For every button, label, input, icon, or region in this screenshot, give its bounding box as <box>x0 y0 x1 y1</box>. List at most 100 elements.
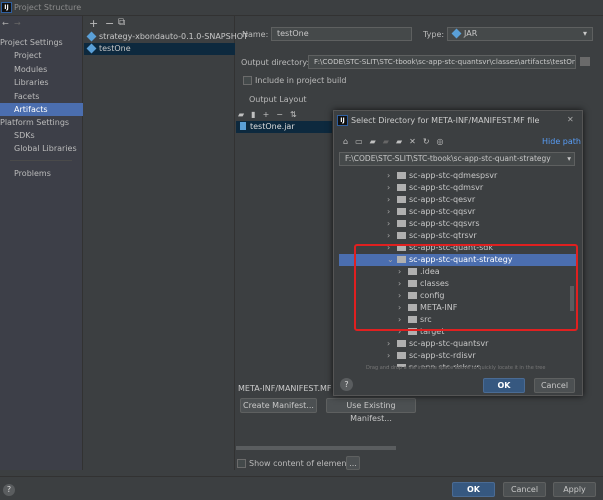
dialog-title: Select Directory for META-INF/MANIFEST.M… <box>351 116 540 125</box>
section-project-settings: Project Settings <box>0 38 63 47</box>
output-layout-label: Output Layout <box>249 95 307 104</box>
more-button[interactable]: ... <box>346 456 360 470</box>
window-title: Project Structure <box>14 3 82 12</box>
artifact-item[interactable]: strategy-xbondauto-0.1.0-SNAPSHOT <box>84 31 248 43</box>
chevron-right-icon[interactable]: › <box>387 338 397 350</box>
back-button[interactable]: ← <box>2 19 9 28</box>
layout-item-jar[interactable]: testOne.jar <box>236 121 332 133</box>
folder-icon <box>397 196 406 203</box>
tree-node[interactable]: › sc-app-stc-qesvr <box>339 194 578 206</box>
folder-icon <box>397 220 406 227</box>
tree-node[interactable]: › sc-app-stc-qdmsvr <box>339 182 578 194</box>
refresh-icon[interactable]: ↻ <box>423 137 430 146</box>
tree-node[interactable]: › sc-app-stc-qdmespsvr <box>339 170 578 182</box>
folder-icon <box>397 340 406 347</box>
show-hidden-icon[interactable]: ◎ <box>437 137 444 146</box>
new-folder-icon[interactable]: ▰ <box>238 110 244 119</box>
sidebar-item-facets[interactable]: Facets <box>0 90 83 103</box>
sidebar-item-artifacts[interactable]: Artifacts <box>0 103 83 116</box>
dialog-ok-button[interactable]: OK <box>483 378 525 393</box>
include-in-build-label: Include in project build <box>255 76 347 85</box>
include-in-build-checkbox[interactable] <box>243 76 252 85</box>
delete-icon[interactable]: ✕ <box>409 137 416 146</box>
folder-icon <box>397 184 406 191</box>
archive-icon[interactable]: ▮ <box>251 110 255 119</box>
jar-icon <box>451 28 462 39</box>
chevron-right-icon[interactable]: › <box>387 350 397 362</box>
add-icon[interactable]: + <box>263 110 270 119</box>
new-folder-icon[interactable]: ▰ <box>396 137 402 146</box>
tree-node[interactable]: › sc-app-stc-qtrsvr <box>339 230 578 242</box>
project-icon[interactable]: ▰ <box>370 137 376 146</box>
artifact-icon <box>86 31 97 42</box>
sidebar-item-project[interactable]: Project <box>0 49 83 62</box>
app-logo: IJ <box>1 2 12 13</box>
chevron-right-icon[interactable]: › <box>387 230 397 242</box>
tree-node[interactable]: › sc-app-stc-rdisvr <box>339 350 578 362</box>
artifact-icon <box>86 43 97 54</box>
cancel-button[interactable]: Cancel <box>503 482 546 497</box>
create-manifest-button[interactable]: Create Manifest... <box>240 398 317 413</box>
copy-artifact-button[interactable]: ⧉ <box>118 17 125 28</box>
dialog-toolbar: ⌂ ▭ ▰ ▰ ▰ ✕ ↻ ◎ <box>343 137 451 146</box>
sidebar-item-global-libraries[interactable]: Global Libraries <box>0 142 83 155</box>
hide-path-link[interactable]: Hide path <box>542 137 581 146</box>
manifest-label: META-INF/MANIFEST.MF f <box>238 384 337 393</box>
title-bar: IJ Project Structure <box>0 0 603 16</box>
use-existing-manifest-button[interactable]: Use Existing Manifest... <box>326 398 416 423</box>
chevron-right-icon[interactable]: › <box>387 170 397 182</box>
module-icon[interactable]: ▰ <box>383 137 389 146</box>
sidebar-item-sdks[interactable]: SDKs <box>0 129 83 142</box>
tree-node[interactable]: › sc-app-stc-qqsvr <box>339 206 578 218</box>
remove-artifact-button[interactable]: − <box>105 17 114 30</box>
folder-icon <box>397 232 406 239</box>
path-input[interactable]: F:\CODE\STC-SLIT\STC-tbook\sc-app-stc-qu… <box>339 152 575 166</box>
ok-button[interactable]: OK <box>452 482 495 497</box>
drag-drop-hint: Drag and drop a file into the space abov… <box>366 365 546 371</box>
name-label: Name: <box>242 30 269 39</box>
chevron-down-icon[interactable]: ▾ <box>567 153 571 165</box>
sidebar-item-modules[interactable]: Modules <box>0 63 83 76</box>
dialog-cancel-button[interactable]: Cancel <box>534 378 575 393</box>
type-label: Type: <box>423 30 445 39</box>
dialog-logo: IJ <box>337 115 348 126</box>
dialog-help-button[interactable]: ? <box>340 378 353 391</box>
sort-icon[interactable]: ⇅ <box>290 110 297 119</box>
divider <box>10 160 72 161</box>
output-directory-label: Output directory: <box>241 58 310 67</box>
show-content-label: Show content of elements <box>249 459 354 468</box>
show-content-checkbox[interactable] <box>237 459 246 468</box>
chevron-down-icon: ▾ <box>582 29 587 38</box>
tree-node[interactable]: › sc-app-stc-quantsvr <box>339 338 578 350</box>
folder-icon <box>397 208 406 215</box>
sidebar-item-problems[interactable]: Problems <box>0 167 83 180</box>
tree-node[interactable]: › sc-app-stc-qqsvrs <box>339 218 578 230</box>
horizontal-scrollbar[interactable] <box>236 446 396 450</box>
type-select[interactable]: JAR ▾ <box>447 27 593 41</box>
folder-icon <box>397 172 406 179</box>
footer-divider <box>0 476 603 477</box>
artifact-item-selected[interactable]: testOne <box>84 43 235 55</box>
chevron-right-icon[interactable]: › <box>387 218 397 230</box>
section-platform-settings: Platform Settings <box>0 118 70 127</box>
close-button[interactable]: ✕ <box>567 115 574 124</box>
chevron-right-icon[interactable]: › <box>387 182 397 194</box>
artifact-list: + − ⧉ strategy-xbondauto-0.1.0-SNAPSHOT … <box>84 16 248 470</box>
forward-button[interactable]: → <box>14 19 21 28</box>
layout-toolbar: ▰ ▮ + − ⇅ <box>238 110 304 119</box>
highlight-box <box>354 244 578 331</box>
output-directory-input[interactable]: F:\CODE\STC-SLIT\STC-tbook\sc-app-stc-qu… <box>308 55 576 69</box>
sidebar: ← → Project Settings Project Modules Lib… <box>0 16 83 470</box>
sidebar-item-libraries[interactable]: Libraries <box>0 76 83 89</box>
browse-folder-icon[interactable] <box>580 57 590 66</box>
remove-icon[interactable]: − <box>276 110 283 119</box>
add-artifact-button[interactable]: + <box>89 17 98 30</box>
desktop-icon[interactable]: ▭ <box>355 137 363 146</box>
home-icon[interactable]: ⌂ <box>343 137 348 146</box>
chevron-right-icon[interactable]: › <box>387 194 397 206</box>
apply-button[interactable]: Apply <box>553 482 596 497</box>
chevron-right-icon[interactable]: › <box>387 206 397 218</box>
name-input[interactable]: testOne <box>271 27 412 41</box>
folder-icon <box>397 352 406 359</box>
help-button[interactable]: ? <box>3 484 15 496</box>
